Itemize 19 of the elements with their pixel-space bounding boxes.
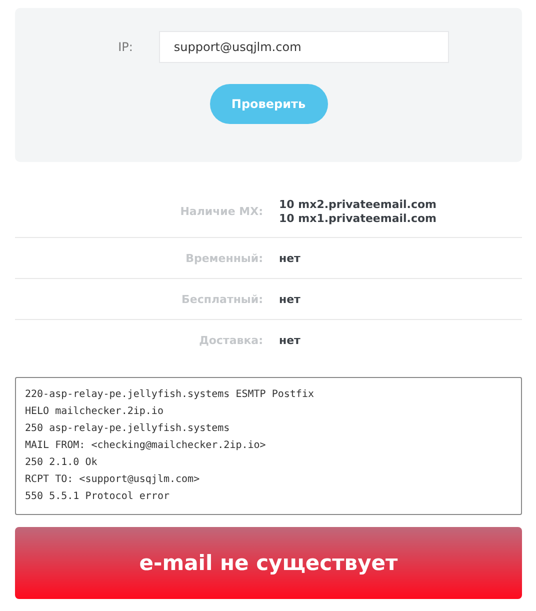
info-value: 10 mx2.privateemail.com	[279, 198, 437, 211]
info-label: Доставка:	[198, 334, 263, 346]
info-label: Наличие MX:	[179, 205, 263, 218]
info-value: нет	[279, 292, 300, 306]
result-banner: e-mail не существует	[15, 527, 522, 599]
log-line: 550 5.5.1 Protocol error	[25, 490, 170, 504]
info-label: Временный:	[184, 252, 263, 264]
field-label: IP:	[118, 40, 133, 54]
info-value: нет	[279, 334, 300, 346]
log-line: HELO mailchecker.2ip.io	[25, 405, 164, 419]
info-value: 10 mx1.privateemail.com	[279, 212, 437, 225]
log-line: 250 2.1.0 Ok	[25, 456, 98, 470]
log-line: RCPT TO: <support@usqjlm.com>	[25, 473, 201, 487]
log-line: MAIL FROM: <checking@mailchecker.2ip.io>	[25, 439, 267, 453]
log-line: 250 asp-relay-pe.jellyfish.systems	[25, 422, 231, 436]
log-line: 220-asp-relay-pe.jellyfish.systems ESMTP Postfix	[25, 388, 315, 402]
email-input[interactable]: support@usqjlm.com	[158, 31, 449, 63]
info-value: нет	[279, 252, 300, 264]
info-label: Бесплатный:	[180, 292, 263, 306]
